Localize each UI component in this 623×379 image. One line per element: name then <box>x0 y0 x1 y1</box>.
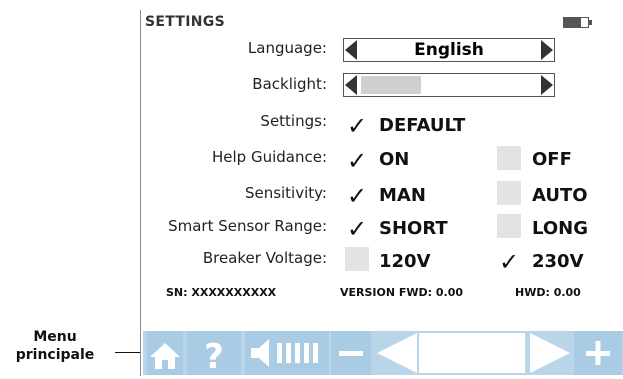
breaker-120v-option: 120V <box>379 251 431 272</box>
help-off-option: OFF <box>532 149 572 170</box>
sensitivity-auto-checkbox[interactable] <box>497 181 521 205</box>
volume-icon <box>251 339 318 367</box>
sensitivity-label: Sensitivity: <box>244 184 327 202</box>
language-next-arrow-icon[interactable] <box>541 40 553 60</box>
settings-label: Settings: <box>260 112 327 130</box>
svg-text:?: ? <box>204 337 224 375</box>
plus-button[interactable] <box>574 331 622 375</box>
range-long-checkbox[interactable] <box>497 214 521 238</box>
range-short-checkbox[interactable]: ✓ <box>345 217 369 241</box>
version-fwd: VERSION FWD: 0.00 <box>340 286 464 299</box>
minus-button[interactable] <box>331 331 371 375</box>
range-short-option: SHORT <box>379 218 448 239</box>
sensitivity-man-checkbox[interactable]: ✓ <box>345 184 369 208</box>
breaker-voltage-label: Breaker Voltage: <box>202 249 327 267</box>
help-off-checkbox[interactable] <box>497 146 521 170</box>
help-on-checkbox[interactable]: ✓ <box>345 149 369 173</box>
language-value: English <box>414 40 484 60</box>
help-icon: ? <box>204 337 224 377</box>
settings-default-option: DEFAULT <box>379 115 466 136</box>
language-label: Language: <box>247 39 327 57</box>
minus-icon <box>339 351 363 356</box>
breaker-230v-checkbox[interactable]: ✓ <box>497 250 521 274</box>
help-guidance-label: Help Guidance: <box>211 148 327 166</box>
settings-default-checkbox[interactable]: ✓ <box>345 114 369 138</box>
volume-button[interactable] <box>245 331 329 375</box>
page-title: SETTINGS <box>145 14 225 30</box>
breaker-120v-checkbox[interactable] <box>345 247 369 271</box>
range-long-option: LONG <box>532 218 588 239</box>
help-button[interactable]: ? <box>187 331 241 377</box>
backlight-increase-arrow-icon[interactable] <box>541 75 553 95</box>
sensitivity-man-option: MAN <box>379 185 426 206</box>
left-arrow-icon <box>377 333 417 373</box>
sensitivity-auto-option: AUTO <box>532 185 588 206</box>
main-menu-bar: ? <box>143 331 623 377</box>
callout-pointer <box>115 352 143 353</box>
backlight-decrease-arrow-icon[interactable] <box>345 75 357 95</box>
serial-number: SN: XXXXXXXXXX <box>166 286 277 299</box>
help-on-option: ON <box>379 149 410 170</box>
backlight-level-bar <box>361 76 421 94</box>
battery-icon <box>563 17 593 28</box>
plus-icon <box>586 341 610 365</box>
slider-track <box>377 333 570 373</box>
home-icon <box>150 343 180 369</box>
menu-callout: Menu principale <box>0 328 110 364</box>
language-selector[interactable]: English <box>343 38 555 62</box>
settings-screen: SETTINGS Language: English Backlight: Se… <box>140 10 623 377</box>
callout-line1: Menu <box>33 329 77 345</box>
sensor-range-label: Smart Sensor Range: <box>168 217 327 235</box>
home-button[interactable] <box>147 331 183 375</box>
callout-line2: principale <box>15 347 95 363</box>
backlight-selector[interactable] <box>343 73 555 97</box>
breaker-230v-option: 230V <box>532 251 584 272</box>
right-arrow-icon <box>530 333 570 373</box>
backlight-label: Backlight: <box>252 75 327 93</box>
value-slider[interactable] <box>375 331 572 375</box>
version-hwd: HWD: 0.00 <box>515 286 581 299</box>
